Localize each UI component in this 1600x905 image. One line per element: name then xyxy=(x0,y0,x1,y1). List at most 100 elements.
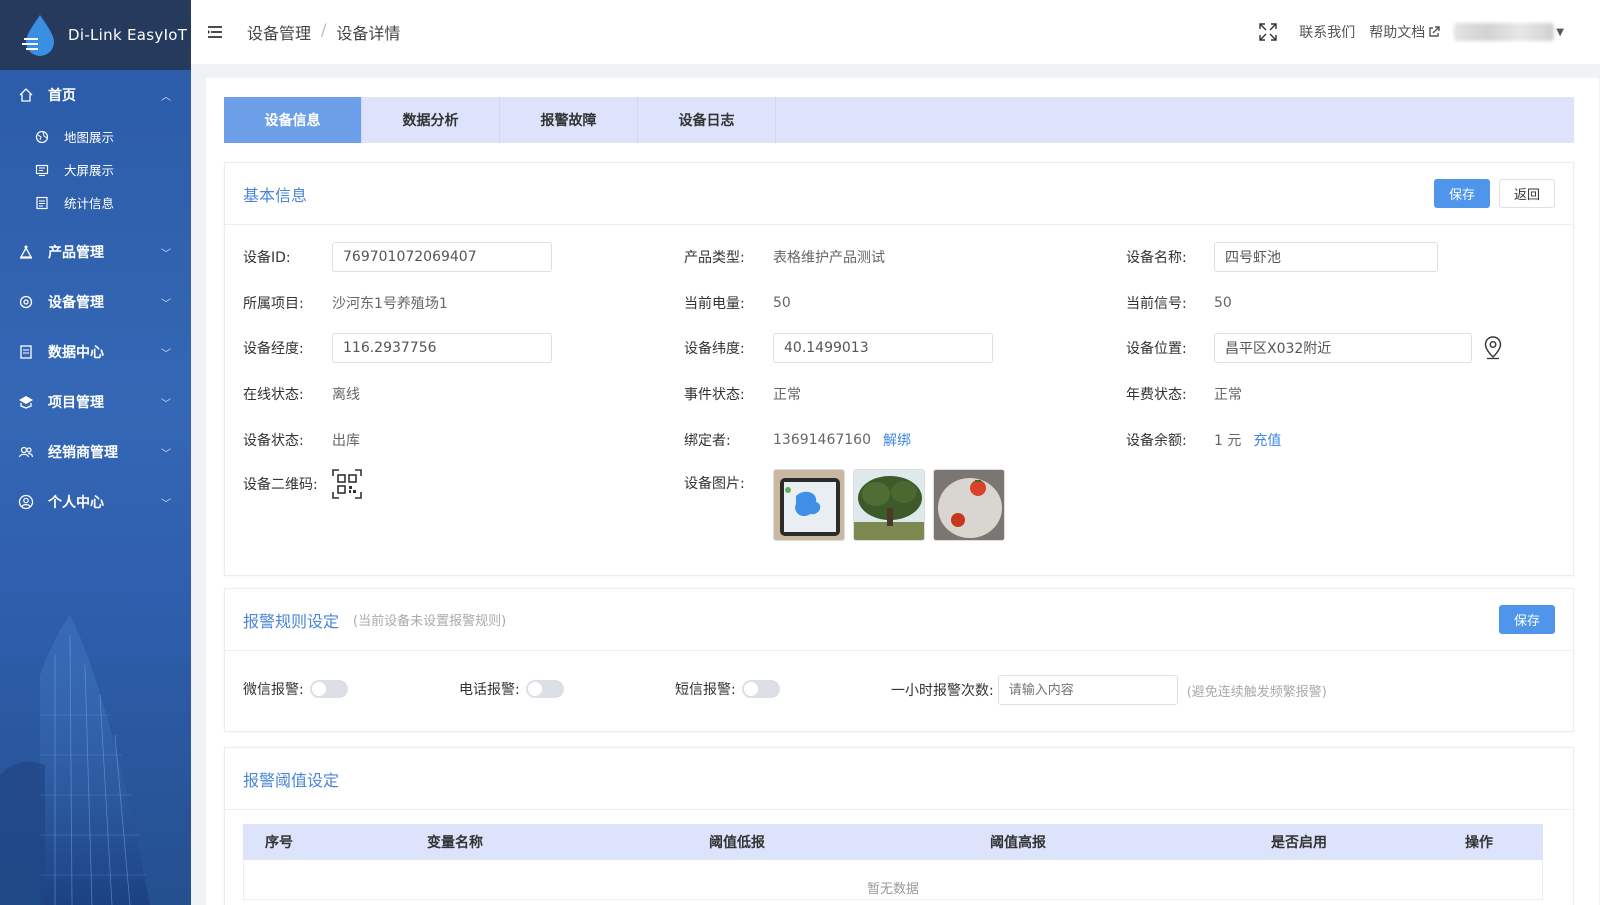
latitude-input[interactable]: 40.1499013 xyxy=(773,333,993,363)
qrcode-icon[interactable] xyxy=(332,469,362,499)
hourly-alarm-hint: (避免连续触发频繁报警) xyxy=(1186,684,1327,700)
breadcrumb-separator: / xyxy=(321,20,327,39)
tab-alarm-fault[interactable]: 报警故障 xyxy=(500,97,638,143)
field-label: 设备位置: xyxy=(1126,341,1187,357)
sidebar-item-dealer[interactable]: 经销商管理 ﹀ xyxy=(0,427,191,477)
device-image-tablet[interactable] xyxy=(773,469,845,541)
chevron-down-icon: ﹀ xyxy=(161,448,171,460)
hourly-alarm-count-input[interactable] xyxy=(997,675,1178,705)
sidebar-item-product[interactable]: 产品管理 ﹀ xyxy=(0,227,191,277)
longitude-input[interactable]: 116.2937756 xyxy=(332,333,552,363)
sms-alarm-toggle[interactable] xyxy=(741,680,780,698)
recharge-link[interactable]: 充值 xyxy=(1253,430,1281,450)
save-rules-button[interactable]: 保存 xyxy=(1498,605,1555,634)
sidebar-item-label: 首页 xyxy=(48,88,76,104)
field-label: 产品类型: xyxy=(684,250,745,266)
product-type-value: 表格维护产品测试 xyxy=(773,250,885,266)
sidebar-item-label: 产品管理 xyxy=(48,245,104,261)
online-status-value: 离线 xyxy=(332,387,360,403)
user-account-blurred[interactable] xyxy=(1454,23,1555,41)
sidebar-item-user[interactable]: 个人中心 ﹀ xyxy=(0,477,191,527)
sidebar-item-label: 设备管理 xyxy=(48,295,104,311)
tab-device-log[interactable]: 设备日志 xyxy=(638,97,776,143)
column-header-index: 序号 xyxy=(265,835,293,851)
sidebar-subitem-label: 大屏展示 xyxy=(64,163,115,178)
tab-data-analysis[interactable]: 数据分析 xyxy=(362,97,500,143)
sidebar-subitem-stats[interactable]: 统计信息 xyxy=(0,186,191,219)
header-buttons: 保存 返回 xyxy=(1433,179,1555,208)
wechat-alarm-toggle[interactable] xyxy=(309,680,348,698)
device-name-input[interactable]: 四号虾池 xyxy=(1214,242,1438,272)
device-icon xyxy=(18,294,34,310)
tab-device-info[interactable]: 设备信息 xyxy=(224,97,362,143)
column-header-enabled: 是否启用 xyxy=(1271,835,1327,851)
sidebar-item-label: 经销商管理 xyxy=(48,445,118,461)
field-label: 一小时报警次数: xyxy=(891,683,994,699)
unbind-link[interactable]: 解绑 xyxy=(883,430,911,450)
sidebar-subitem-label: 地图展示 xyxy=(64,130,115,145)
breadcrumb-item[interactable]: 设备管理 xyxy=(247,20,311,44)
field-device-name: 设备名称: 四号虾池 xyxy=(1126,242,1438,272)
device-image-tree[interactable] xyxy=(853,469,925,541)
sidebar-item-home[interactable]: 首页 ︿ xyxy=(0,70,191,120)
header-buttons: 保存 xyxy=(1498,605,1555,634)
caret-down-icon[interactable]: ▼ xyxy=(1556,27,1564,38)
field-label: 微信报警: xyxy=(243,682,304,698)
threshold-table-header: 序号 变量名称 阈值低报 阈值高报 是否启用 操作 xyxy=(243,824,1543,860)
device-image-tomatoes[interactable] xyxy=(933,469,1005,541)
sidebar-item-data[interactable]: 数据中心 ﹀ xyxy=(0,327,191,377)
tab-bar: 设备信息 数据分析 报警故障 设备日志 xyxy=(224,97,1574,143)
card-title: 基本信息 xyxy=(243,185,308,205)
column-header-low: 阈值低报 xyxy=(709,835,765,851)
field-label: 设备名称: xyxy=(1126,250,1187,266)
phone-alarm-toggle[interactable] xyxy=(525,680,564,698)
chevron-down-icon: ﹀ xyxy=(161,248,171,260)
field-label: 设备ID: xyxy=(243,250,291,266)
sidebar-subitem-map[interactable]: 地图展示 xyxy=(0,120,191,153)
breadcrumb: 设备管理 / 设备详情 xyxy=(247,20,400,44)
image-gallery xyxy=(773,469,1013,541)
device-status-value: 出库 xyxy=(332,433,360,449)
chevron-down-icon: ﹀ xyxy=(161,348,171,360)
field-balance: 设备余额: 1 元 充值 xyxy=(1126,425,1281,455)
field-label: 设备二维码: xyxy=(243,477,318,493)
field-label: 绑定者: xyxy=(684,433,731,449)
field-qrcode: 设备二维码: xyxy=(243,469,362,499)
card-note: (当前设备未设置报警规则) xyxy=(353,614,507,629)
map-icon xyxy=(34,129,50,145)
device-id-input[interactable]: 769701072069407 xyxy=(332,242,552,272)
signal-value: 50 xyxy=(1214,295,1232,311)
field-signal: 当前信号: 50 xyxy=(1126,288,1232,318)
field-label: 所属项目: xyxy=(243,296,304,312)
location-input[interactable]: 昌平区X032附近 xyxy=(1214,333,1472,363)
sidebar-item-label: 个人中心 xyxy=(48,495,104,511)
contact-link[interactable]: 联系我们 xyxy=(1299,22,1355,42)
sidebar-item-project[interactable]: 项目管理 ﹀ xyxy=(0,377,191,427)
stats-icon xyxy=(34,195,50,211)
field-label: 在线状态: xyxy=(243,387,304,403)
top-header: 设备管理 / 设备详情 联系我们 帮助文档 ▼ xyxy=(191,0,1600,64)
sidebar: Di-Link EasyIoT 首页 ︿ 地图展示 大屏展示 统计信息 产品管理… xyxy=(0,0,191,905)
breadcrumb-current: 设备详情 xyxy=(336,24,401,43)
sidebar-item-device[interactable]: 设备管理 ﹀ xyxy=(0,277,191,327)
map-pin-icon[interactable] xyxy=(1484,336,1502,360)
user-icon xyxy=(18,494,34,510)
field-device-id: 设备ID: 769701072069407 xyxy=(243,242,552,272)
field-online: 在线状态: 离线 xyxy=(243,379,360,409)
sidebar-subitem-screen[interactable]: 大屏展示 xyxy=(0,153,191,186)
field-label: 事件状态: xyxy=(684,387,745,403)
field-images: 设备图片: xyxy=(684,469,1013,541)
save-button[interactable]: 保存 xyxy=(1433,179,1490,208)
sidebar-item-label: 数据中心 xyxy=(48,345,104,361)
field-status: 设备状态: 出库 xyxy=(243,425,360,455)
menu-toggle-icon[interactable] xyxy=(207,26,225,38)
help-link[interactable]: 帮助文档 xyxy=(1369,22,1440,42)
fullscreen-icon[interactable] xyxy=(1259,23,1277,41)
project-icon xyxy=(18,394,34,410)
field-label: 设备余额: xyxy=(1126,433,1187,449)
project-value: 沙河东1号养殖场1 xyxy=(332,296,448,312)
logo[interactable]: Di-Link EasyIoT xyxy=(0,0,191,70)
back-button[interactable]: 返回 xyxy=(1498,179,1555,208)
column-header-action: 操作 xyxy=(1465,835,1493,851)
field-sms-alarm: 短信报警: xyxy=(675,679,780,699)
